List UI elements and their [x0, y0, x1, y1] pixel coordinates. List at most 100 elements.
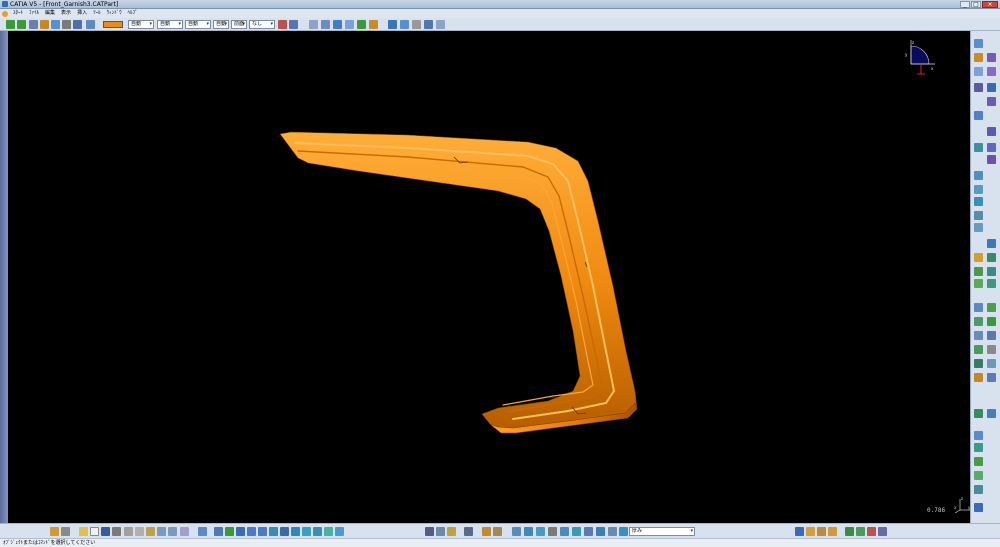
menu-window[interactable]: ｳｨﾝﾄﾞｳ: [104, 9, 125, 18]
surface-icon[interactable]: [974, 83, 983, 92]
menu-tools[interactable]: ﾂｰﾙ: [90, 9, 104, 18]
minimize-button[interactable]: _: [960, 1, 970, 8]
filter-icon[interactable]: [73, 20, 82, 29]
connect-icon[interactable]: [974, 211, 983, 220]
paint-icon[interactable]: [86, 20, 95, 29]
law-icon[interactable]: [974, 457, 983, 466]
swap-space-icon[interactable]: [313, 527, 322, 536]
maximize-button[interactable]: □: [971, 1, 981, 8]
paste-icon[interactable]: [146, 527, 155, 536]
symmetry-icon[interactable]: [974, 317, 983, 326]
line-icon[interactable]: [974, 143, 983, 152]
rotate-tool-icon[interactable]: [987, 303, 996, 312]
boundary-icon[interactable]: [987, 267, 996, 276]
garnish-part-model[interactable]: [8, 31, 970, 523]
multisection-icon[interactable]: [987, 143, 996, 152]
translate-icon[interactable]: [974, 303, 983, 312]
thickness-select[interactable]: 厚み: [629, 527, 695, 536]
menu-start[interactable]: ｽﾀｰﾄ: [10, 9, 26, 18]
measure-inertia-icon[interactable]: [560, 527, 569, 536]
measure-icon[interactable]: [974, 373, 983, 382]
tools-icon[interactable]: [412, 20, 421, 29]
zoom-in-icon[interactable]: [247, 527, 256, 536]
clash-icon[interactable]: [596, 527, 605, 536]
tools-icon[interactable]: [464, 527, 473, 536]
catalog-icon[interactable]: [400, 20, 409, 29]
projection-icon[interactable]: [987, 239, 996, 248]
menu-insert[interactable]: 挿入: [74, 9, 90, 18]
line-weight-select[interactable]: 自動: [185, 20, 211, 29]
view-mode-icon[interactable]: [335, 527, 344, 536]
compass-widget[interactable]: z y x: [905, 38, 937, 76]
move-icon[interactable]: [17, 20, 26, 29]
rotate-view-icon[interactable]: [333, 20, 342, 29]
layer-select[interactable]: 自動: [213, 20, 229, 29]
point-style-select[interactable]: 前面: [231, 20, 247, 29]
point-icon[interactable]: [987, 53, 996, 62]
trim-icon[interactable]: [974, 267, 983, 276]
fill-icon[interactable]: [987, 97, 996, 106]
refresh-icon[interactable]: [512, 527, 521, 536]
axis-to-axis-icon[interactable]: [987, 331, 996, 340]
affinity-icon[interactable]: [974, 331, 983, 340]
measure-icon[interactable]: [388, 20, 397, 29]
pocket-icon[interactable]: [987, 67, 996, 76]
save-icon[interactable]: [101, 527, 110, 536]
apply-material-icon[interactable]: [524, 527, 533, 536]
pan-icon[interactable]: [225, 527, 234, 536]
blend-icon[interactable]: [987, 127, 996, 136]
scaling-icon[interactable]: [987, 317, 996, 326]
settings-icon[interactable]: [878, 527, 887, 536]
menu-file[interactable]: ﾌｧｲﾙ: [26, 9, 42, 18]
fly-mode-icon[interactable]: [198, 527, 207, 536]
fly-icon[interactable]: [51, 20, 60, 29]
rotate-icon[interactable]: [236, 527, 245, 536]
material-icon[interactable]: [493, 527, 502, 536]
extrapolate-icon[interactable]: [974, 345, 983, 354]
graph-icon[interactable]: [856, 527, 865, 536]
help-icon[interactable]: [180, 527, 189, 536]
design-table-icon[interactable]: [447, 527, 456, 536]
transparency-select[interactable]: 自動: [128, 20, 154, 29]
connect-checker-icon[interactable]: [974, 431, 983, 440]
options-icon[interactable]: [424, 20, 433, 29]
render-icon[interactable]: [324, 527, 333, 536]
porcupine-icon[interactable]: [974, 443, 983, 452]
dress-icon[interactable]: [278, 20, 287, 29]
update-icon[interactable]: [436, 20, 445, 29]
inertia-icon[interactable]: [987, 373, 996, 382]
fit-all-icon[interactable]: [214, 527, 223, 536]
undo-icon[interactable]: [157, 527, 166, 536]
curvature-icon[interactable]: [987, 409, 996, 418]
brush-icon[interactable]: [50, 527, 59, 536]
extrude-icon[interactable]: [974, 67, 983, 76]
sketcher-icon[interactable]: [974, 39, 983, 48]
helix-icon[interactable]: [974, 185, 983, 194]
corner-icon[interactable]: [974, 197, 983, 206]
snap-icon[interactable]: [29, 20, 38, 29]
3d-viewport[interactable]: z y x 0.786 z y x: [8, 31, 970, 523]
section-icon[interactable]: [584, 527, 593, 536]
curve-icon[interactable]: [321, 20, 330, 29]
pattern-icon[interactable]: [987, 345, 996, 354]
stop-icon[interactable]: [867, 527, 876, 536]
thickness-icon[interactable]: [619, 527, 628, 536]
plane-icon[interactable]: [289, 20, 298, 29]
join-icon[interactable]: [974, 253, 983, 262]
sketch-icon[interactable]: [309, 20, 318, 29]
color-swatch[interactable]: [103, 21, 123, 28]
menu-help[interactable]: ﾍﾙﾌﾟ: [125, 9, 141, 18]
invert-icon[interactable]: [974, 359, 983, 368]
revolve-icon[interactable]: [987, 83, 996, 92]
plane-icon[interactable]: [974, 53, 983, 62]
near-icon[interactable]: [987, 359, 996, 368]
folder-icon[interactable]: [79, 527, 88, 536]
paint-bucket-icon[interactable]: [482, 527, 491, 536]
fillet-icon[interactable]: [987, 279, 996, 288]
document-menu-icon[interactable]: [2, 10, 8, 17]
select-arrow-icon[interactable]: [6, 20, 15, 29]
split-icon[interactable]: [987, 253, 996, 262]
new-icon[interactable]: [90, 527, 99, 536]
develop-icon[interactable]: [974, 471, 983, 480]
spline-icon[interactable]: [974, 171, 983, 180]
